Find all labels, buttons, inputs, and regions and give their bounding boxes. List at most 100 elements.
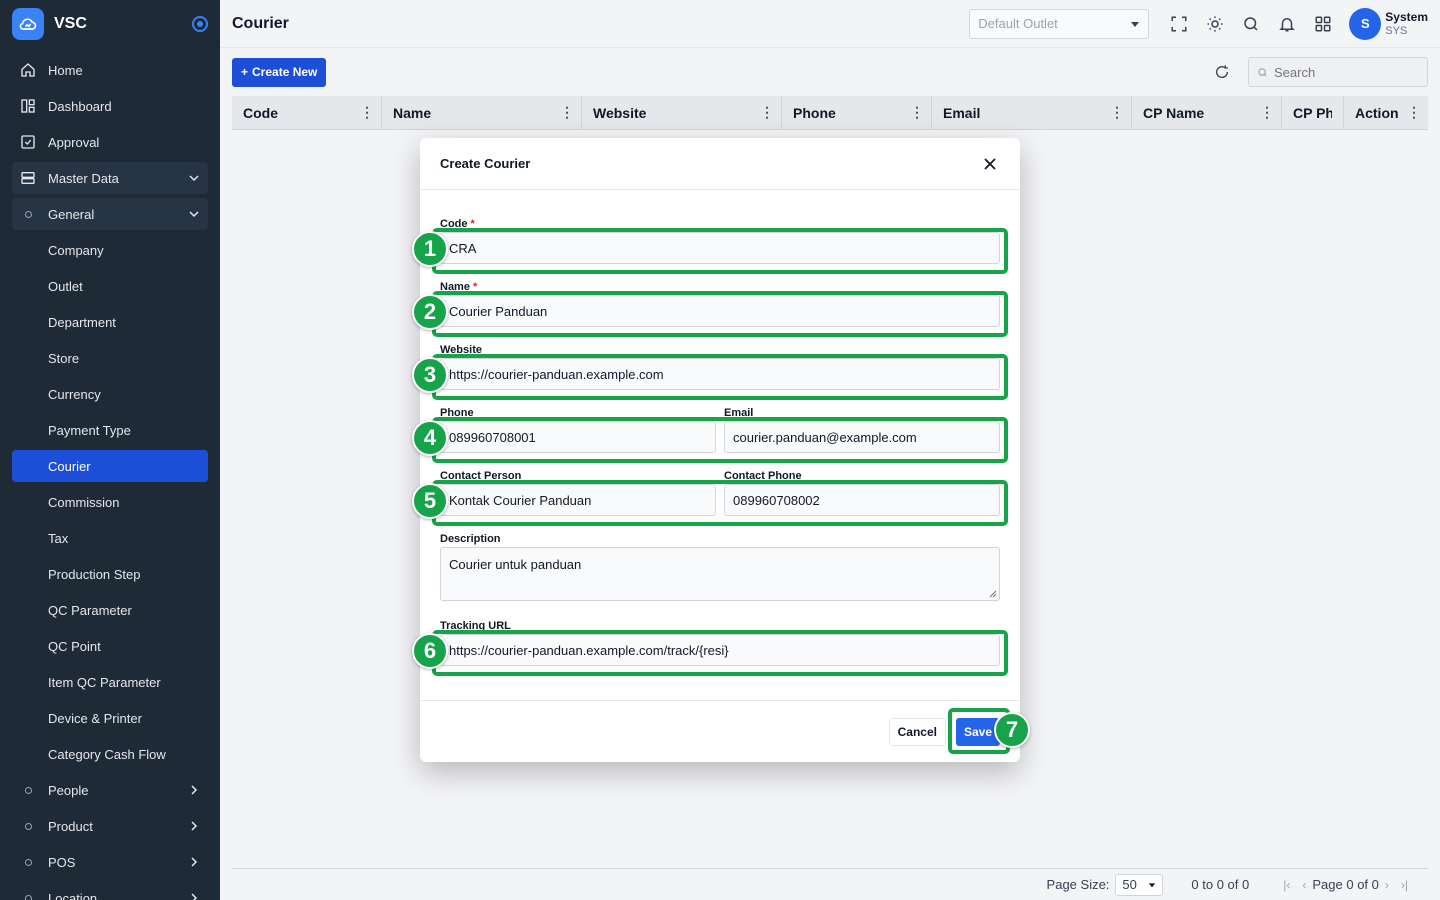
plus-icon: + — [241, 65, 249, 79]
column-menu-icon[interactable]: ⋮ — [910, 104, 924, 121]
sidebar-item-outlet[interactable]: Outlet — [12, 270, 208, 302]
column-header-cp-phone[interactable]: CP Phone — [1282, 96, 1344, 129]
sidebar-item-device-printer[interactable]: Device & Printer — [12, 702, 208, 734]
column-header-website[interactable]: Website ⋮ — [582, 96, 782, 129]
circle-icon — [20, 854, 36, 870]
sidebar-item-payment-type[interactable]: Payment Type — [12, 414, 208, 446]
column-header-phone[interactable]: Phone ⋮ — [782, 96, 932, 129]
column-menu-icon[interactable]: ⋮ — [360, 104, 374, 121]
top-bar: Courier Default Outlet S System SYS — [220, 0, 1440, 48]
sidebar-item-production-step[interactable]: Production Step — [12, 558, 208, 590]
dashboard-icon — [20, 98, 36, 114]
chevron-right-icon — [191, 893, 198, 900]
annotation-highlight-code — [432, 228, 1008, 274]
sidebar-item-home[interactable]: Home — [12, 54, 208, 86]
sidebar-item-store[interactable]: Store — [12, 342, 208, 374]
first-page-icon[interactable]: |‹ — [1283, 878, 1290, 892]
sidebar-item-currency[interactable]: Currency — [12, 378, 208, 410]
caret-down-icon — [1149, 882, 1156, 887]
next-page-icon[interactable]: › — [1385, 878, 1389, 892]
annotation-highlight-tracking-url — [432, 630, 1008, 676]
annotation-badge: 4 — [412, 420, 448, 456]
resize-handle-icon[interactable] — [989, 590, 997, 598]
user-info: System SYS — [1385, 10, 1428, 38]
bell-icon — [1279, 17, 1296, 31]
global-search-button[interactable] — [1233, 6, 1269, 42]
sidebar-item-department[interactable]: Department — [12, 306, 208, 338]
column-header-email[interactable]: Email ⋮ — [932, 96, 1132, 129]
sidebar-item-tax[interactable]: Tax — [12, 522, 208, 554]
grid-header: Code ⋮ Name ⋮ Website ⋮ Phone ⋮ Email ⋮ CP Na… — [232, 96, 1428, 130]
sidebar: VSC Home Dashboard Approval Master Data … — [0, 0, 220, 900]
chevron-right-icon — [191, 821, 198, 831]
outlet-select-placeholder: Default Outlet — [978, 16, 1058, 31]
sidebar-item-category-cash-flow[interactable]: Category Cash Flow — [12, 738, 208, 770]
sidebar-item-dashboard[interactable]: Dashboard — [12, 90, 208, 122]
prev-page-icon[interactable]: ‹ — [1302, 878, 1306, 892]
sidebar-item-master-data[interactable]: Master Data — [12, 162, 208, 194]
close-icon — [984, 157, 996, 170]
description-textarea[interactable]: Courier untuk panduan — [440, 547, 1000, 601]
database-icon — [20, 170, 36, 186]
column-header-action[interactable]: Action ⋮ — [1344, 96, 1428, 129]
search-icon — [1258, 67, 1267, 77]
circle-icon — [20, 206, 36, 222]
sidebar-item-qc-parameter[interactable]: QC Parameter — [12, 594, 208, 626]
sidebar-item-general[interactable]: General — [12, 198, 208, 230]
circle-icon — [20, 818, 36, 834]
fullscreen-icon — [1171, 16, 1187, 31]
approval-icon — [20, 134, 36, 150]
sidebar-item-pos[interactable]: POS — [12, 846, 208, 878]
annotation-highlight-name — [432, 291, 1008, 337]
sun-icon — [1207, 16, 1223, 31]
search-box[interactable] — [1248, 57, 1428, 87]
annotation-highlight-contact — [432, 480, 1008, 526]
annotation-badge: 6 — [412, 633, 448, 669]
annotation-badge: 3 — [412, 357, 448, 393]
notifications-button[interactable] — [1269, 6, 1305, 42]
annotation-badge: 2 — [412, 294, 448, 330]
user-menu[interactable]: S System SYS — [1349, 7, 1428, 40]
sidebar-toggle-icon[interactable] — [192, 16, 208, 32]
row-range: 0 to 0 of 0 — [1191, 877, 1250, 892]
column-menu-icon[interactable]: ⋮ — [1407, 104, 1421, 121]
sidebar-item-commission[interactable]: Commission — [12, 486, 208, 518]
sidebar-item-item-qc-parameter[interactable]: Item QC Parameter — [12, 666, 208, 698]
annotation-highlight-website — [432, 354, 1008, 400]
chevron-right-icon — [191, 857, 198, 867]
avatar: S — [1349, 7, 1382, 40]
sidebar-item-qc-point[interactable]: QC Point — [12, 630, 208, 662]
sidebar-item-approval[interactable]: Approval — [12, 126, 208, 158]
sidebar-item-people[interactable]: People — [12, 774, 208, 806]
column-menu-icon[interactable]: ⋮ — [1260, 104, 1274, 121]
apps-button[interactable] — [1305, 6, 1341, 42]
column-header-name[interactable]: Name ⋮ — [382, 96, 582, 129]
outlet-select[interactable]: Default Outlet — [969, 8, 1150, 39]
search-input[interactable] — [1274, 64, 1414, 80]
annotation-badge: 1 — [412, 231, 448, 267]
column-header-cp-name[interactable]: CP Name ⋮ — [1132, 96, 1282, 129]
annotation-badge: 7 — [994, 712, 1030, 748]
search-icon — [1244, 16, 1258, 31]
cloud-logo-icon — [12, 8, 44, 40]
column-menu-icon[interactable]: ⋮ — [760, 104, 774, 121]
page-size-select[interactable]: 50 — [1115, 873, 1164, 896]
close-button[interactable] — [980, 154, 1000, 174]
refresh-button[interactable] — [1206, 56, 1238, 88]
theme-toggle-button[interactable] — [1197, 6, 1233, 42]
last-page-icon[interactable]: ›| — [1401, 878, 1408, 892]
sidebar-item-location[interactable]: Location — [12, 882, 208, 900]
column-menu-icon[interactable]: ⋮ — [560, 104, 574, 121]
chevron-down-icon — [189, 175, 199, 182]
refresh-icon — [1216, 65, 1229, 78]
sidebar-item-courier[interactable]: Courier — [12, 450, 208, 482]
sidebar-item-company[interactable]: Company — [12, 234, 208, 266]
brand-name: VSC — [54, 15, 87, 32]
column-menu-icon[interactable]: ⋮ — [1110, 104, 1124, 121]
create-new-button[interactable]: + Create New — [232, 57, 327, 87]
sidebar-item-product[interactable]: Product — [12, 810, 208, 842]
cancel-button[interactable]: Cancel — [888, 717, 946, 746]
fullscreen-button[interactable] — [1161, 6, 1197, 42]
column-header-code[interactable]: Code ⋮ — [232, 96, 382, 129]
user-code: SYS — [1385, 24, 1408, 37]
